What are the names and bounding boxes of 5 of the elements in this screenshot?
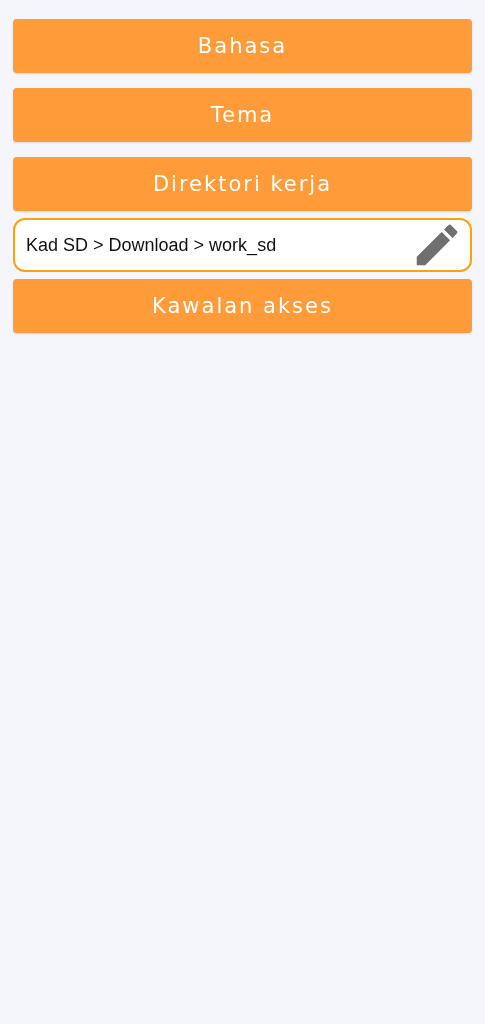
settings-button[interactable]: Tema — [13, 88, 472, 142]
settings-button[interactable]: Kawalan akses — [13, 279, 472, 333]
settings-button[interactable]: Bahasa — [13, 19, 472, 73]
directory-path-field[interactable]: Kad SD > Download > work_sd — [13, 218, 472, 272]
settings-button[interactable]: Direktori kerja — [13, 157, 472, 211]
